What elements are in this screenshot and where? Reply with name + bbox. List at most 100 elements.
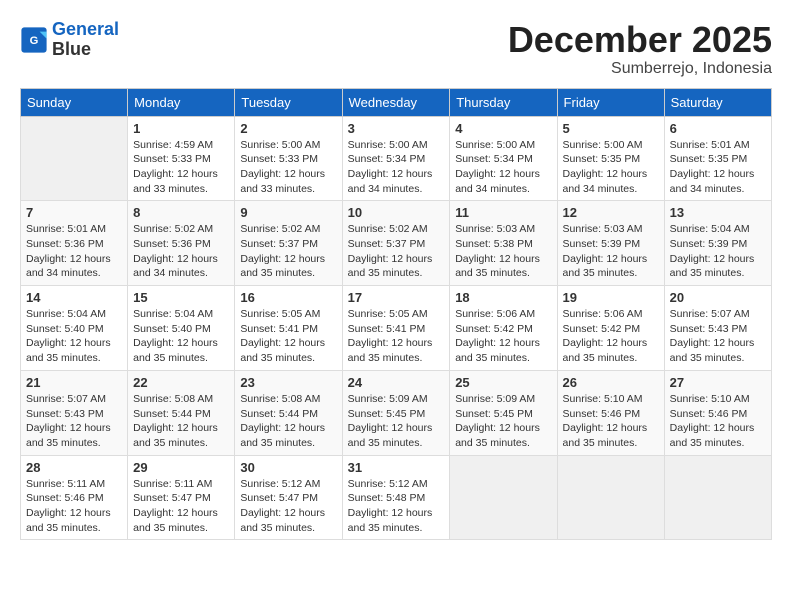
day-number: 8 bbox=[133, 205, 229, 220]
logo: G General Blue bbox=[20, 20, 119, 60]
day-info: Sunrise: 5:11 AM Sunset: 5:47 PM Dayligh… bbox=[133, 477, 229, 536]
day-number: 11 bbox=[455, 205, 551, 220]
calendar-cell: 29 Sunrise: 5:11 AM Sunset: 5:47 PM Dayli… bbox=[128, 455, 235, 540]
day-number: 9 bbox=[240, 205, 336, 220]
calendar-cell: 24 Sunrise: 5:09 AM Sunset: 5:45 PM Dayli… bbox=[342, 370, 450, 455]
day-info: Sunrise: 5:05 AM Sunset: 5:41 PM Dayligh… bbox=[240, 307, 336, 366]
day-info: Sunrise: 5:08 AM Sunset: 5:44 PM Dayligh… bbox=[133, 392, 229, 451]
day-number: 20 bbox=[670, 290, 766, 305]
day-info: Sunrise: 5:02 AM Sunset: 5:37 PM Dayligh… bbox=[348, 222, 445, 281]
calendar-cell bbox=[664, 455, 771, 540]
day-info: Sunrise: 5:01 AM Sunset: 5:35 PM Dayligh… bbox=[670, 138, 766, 197]
calendar-cell: 20Sunrise: 5:07 AM Sunset: 5:43 PM Dayli… bbox=[664, 286, 771, 371]
day-info: Sunrise: 5:12 AM Sunset: 5:48 PM Dayligh… bbox=[348, 477, 445, 536]
day-number: 4 bbox=[455, 121, 551, 136]
weekday-header: Wednesday bbox=[342, 88, 450, 116]
calendar-cell: 3 Sunrise: 5:00 AM Sunset: 5:34 PM Daylig… bbox=[342, 116, 450, 201]
day-number: 18 bbox=[455, 290, 551, 305]
day-number: 3 bbox=[348, 121, 445, 136]
calendar-cell: 19 Sunrise: 5:06 AM Sunset: 5:42 PM Dayli… bbox=[557, 286, 664, 371]
day-info: Sunrise: 5:05 AM Sunset: 5:41 PM Dayligh… bbox=[348, 307, 445, 366]
day-number: 23 bbox=[240, 375, 336, 390]
day-info: Sunrise: 5:00 AM Sunset: 5:34 PM Dayligh… bbox=[455, 138, 551, 197]
calendar-cell: 26 Sunrise: 5:10 AM Sunset: 5:46 PM Dayli… bbox=[557, 370, 664, 455]
calendar-cell: 2 Sunrise: 5:00 AM Sunset: 5:33 PM Daylig… bbox=[235, 116, 342, 201]
day-info: Sunrise: 5:00 AM Sunset: 5:33 PM Dayligh… bbox=[240, 138, 336, 197]
calendar-cell: 18Sunrise: 5:06 AM Sunset: 5:42 PM Dayli… bbox=[450, 286, 557, 371]
day-number: 14 bbox=[26, 290, 122, 305]
calendar-cell: 7 Sunrise: 5:01 AM Sunset: 5:36 PM Daylig… bbox=[21, 201, 128, 286]
day-info: Sunrise: 5:11 AM Sunset: 5:46 PM Dayligh… bbox=[26, 477, 122, 536]
calendar-cell: 21Sunrise: 5:07 AM Sunset: 5:43 PM Dayli… bbox=[21, 370, 128, 455]
weekday-header: Tuesday bbox=[235, 88, 342, 116]
calendar-cell: 31 Sunrise: 5:12 AM Sunset: 5:48 PM Dayli… bbox=[342, 455, 450, 540]
calendar-cell: 10 Sunrise: 5:02 AM Sunset: 5:37 PM Dayli… bbox=[342, 201, 450, 286]
day-info: Sunrise: 5:09 AM Sunset: 5:45 PM Dayligh… bbox=[455, 392, 551, 451]
calendar-week-row: 28 Sunrise: 5:11 AM Sunset: 5:46 PM Dayli… bbox=[21, 455, 772, 540]
day-info: Sunrise: 5:00 AM Sunset: 5:34 PM Dayligh… bbox=[348, 138, 445, 197]
weekday-header: Friday bbox=[557, 88, 664, 116]
calendar-cell: 27Sunrise: 5:10 AM Sunset: 5:46 PM Dayli… bbox=[664, 370, 771, 455]
calendar-cell: 11 Sunrise: 5:03 AM Sunset: 5:38 PM Dayli… bbox=[450, 201, 557, 286]
title-block: December 2025 Sumberrejo, Indonesia bbox=[508, 20, 772, 78]
day-info: Sunrise: 4:59 AM Sunset: 5:33 PM Dayligh… bbox=[133, 138, 229, 197]
day-info: Sunrise: 5:03 AM Sunset: 5:38 PM Dayligh… bbox=[455, 222, 551, 281]
calendar-cell: 14 Sunrise: 5:04 AM Sunset: 5:40 PM Dayli… bbox=[21, 286, 128, 371]
day-info: Sunrise: 5:04 AM Sunset: 5:40 PM Dayligh… bbox=[133, 307, 229, 366]
day-number: 31 bbox=[348, 460, 445, 475]
day-info: Sunrise: 5:03 AM Sunset: 5:39 PM Dayligh… bbox=[563, 222, 659, 281]
calendar-cell: 9 Sunrise: 5:02 AM Sunset: 5:37 PM Daylig… bbox=[235, 201, 342, 286]
day-info: Sunrise: 5:04 AM Sunset: 5:39 PM Dayligh… bbox=[670, 222, 766, 281]
day-number: 7 bbox=[26, 205, 122, 220]
day-number: 25 bbox=[455, 375, 551, 390]
day-info: Sunrise: 5:02 AM Sunset: 5:37 PM Dayligh… bbox=[240, 222, 336, 281]
calendar-cell: 30 Sunrise: 5:12 AM Sunset: 5:47 PM Dayli… bbox=[235, 455, 342, 540]
calendar-cell: 22 Sunrise: 5:08 AM Sunset: 5:44 PM Dayli… bbox=[128, 370, 235, 455]
calendar-cell: 4 Sunrise: 5:00 AM Sunset: 5:34 PM Daylig… bbox=[450, 116, 557, 201]
calendar-cell: 23 Sunrise: 5:08 AM Sunset: 5:44 PM Dayli… bbox=[235, 370, 342, 455]
day-number: 30 bbox=[240, 460, 336, 475]
calendar-cell: 16 Sunrise: 5:05 AM Sunset: 5:41 PM Dayli… bbox=[235, 286, 342, 371]
calendar-cell: 15Sunrise: 5:04 AM Sunset: 5:40 PM Dayli… bbox=[128, 286, 235, 371]
calendar-cell: 5 Sunrise: 5:00 AM Sunset: 5:35 PM Daylig… bbox=[557, 116, 664, 201]
calendar-cell bbox=[450, 455, 557, 540]
day-info: Sunrise: 5:02 AM Sunset: 5:36 PM Dayligh… bbox=[133, 222, 229, 281]
day-info: Sunrise: 5:12 AM Sunset: 5:47 PM Dayligh… bbox=[240, 477, 336, 536]
day-number: 22 bbox=[133, 375, 229, 390]
day-number: 10 bbox=[348, 205, 445, 220]
day-info: Sunrise: 5:10 AM Sunset: 5:46 PM Dayligh… bbox=[563, 392, 659, 451]
day-number: 5 bbox=[563, 121, 659, 136]
day-info: Sunrise: 5:09 AM Sunset: 5:45 PM Dayligh… bbox=[348, 392, 445, 451]
day-number: 24 bbox=[348, 375, 445, 390]
day-number: 29 bbox=[133, 460, 229, 475]
calendar-week-row: 1 Sunrise: 4:59 AM Sunset: 5:33 PM Daylig… bbox=[21, 116, 772, 201]
day-info: Sunrise: 5:01 AM Sunset: 5:36 PM Dayligh… bbox=[26, 222, 122, 281]
calendar-week-row: 21Sunrise: 5:07 AM Sunset: 5:43 PM Dayli… bbox=[21, 370, 772, 455]
calendar-week-row: 14 Sunrise: 5:04 AM Sunset: 5:40 PM Dayli… bbox=[21, 286, 772, 371]
calendar-cell: 8 Sunrise: 5:02 AM Sunset: 5:36 PM Daylig… bbox=[128, 201, 235, 286]
day-number: 26 bbox=[563, 375, 659, 390]
calendar-cell: 12 Sunrise: 5:03 AM Sunset: 5:39 PM Dayli… bbox=[557, 201, 664, 286]
day-number: 19 bbox=[563, 290, 659, 305]
calendar-title: December 2025 bbox=[508, 20, 772, 60]
day-number: 28 bbox=[26, 460, 122, 475]
weekday-header: Monday bbox=[128, 88, 235, 116]
svg-text:G: G bbox=[30, 35, 39, 47]
day-info: Sunrise: 5:08 AM Sunset: 5:44 PM Dayligh… bbox=[240, 392, 336, 451]
day-number: 12 bbox=[563, 205, 659, 220]
day-number: 1 bbox=[133, 121, 229, 136]
weekday-header: Sunday bbox=[21, 88, 128, 116]
weekday-header: Saturday bbox=[664, 88, 771, 116]
day-number: 16 bbox=[240, 290, 336, 305]
day-info: Sunrise: 5:06 AM Sunset: 5:42 PM Dayligh… bbox=[563, 307, 659, 366]
day-number: 21 bbox=[26, 375, 122, 390]
day-info: Sunrise: 5:04 AM Sunset: 5:40 PM Dayligh… bbox=[26, 307, 122, 366]
day-number: 2 bbox=[240, 121, 336, 136]
calendar-week-row: 7 Sunrise: 5:01 AM Sunset: 5:36 PM Daylig… bbox=[21, 201, 772, 286]
calendar-cell bbox=[557, 455, 664, 540]
day-info: Sunrise: 5:00 AM Sunset: 5:35 PM Dayligh… bbox=[563, 138, 659, 197]
calendar-cell: 1 Sunrise: 4:59 AM Sunset: 5:33 PM Daylig… bbox=[128, 116, 235, 201]
day-number: 27 bbox=[670, 375, 766, 390]
logo-icon: G bbox=[20, 26, 48, 54]
calendar-cell: 28 Sunrise: 5:11 AM Sunset: 5:46 PM Dayli… bbox=[21, 455, 128, 540]
